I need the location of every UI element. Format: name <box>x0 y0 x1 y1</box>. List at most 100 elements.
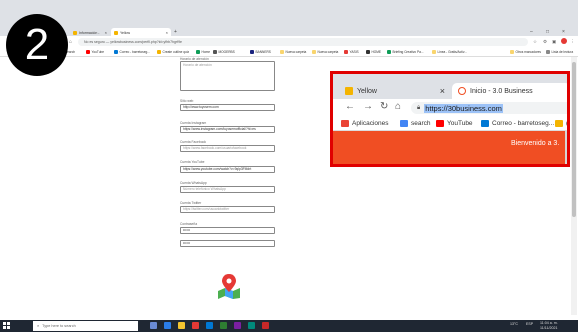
excel-icon[interactable] <box>220 322 227 329</box>
bookmark-label: Create outline quiz <box>162 50 190 54</box>
tab-favicon-icon <box>114 30 118 35</box>
google-icon <box>400 120 408 127</box>
home-icon[interactable]: ⌂ <box>69 39 72 45</box>
address-bar[interactable]: No es seguro — yellowbusiness.com/perfil… <box>78 38 528 46</box>
windows-start-icon[interactable] <box>3 322 10 329</box>
zoomed-browser-callout: Yellow × Inicio - 3.0 Business ← → ↻ ⌂ 🔒… <box>330 71 570 167</box>
bookmark-favicon-icon <box>86 50 90 54</box>
bookmark-item[interactable]: Otros marcadores <box>510 50 541 54</box>
tab-favicon-icon <box>345 87 353 95</box>
bookmark-item[interactable]: MOGERBS <box>213 50 235 54</box>
app-icon[interactable] <box>234 322 241 329</box>
home-icon[interactable]: ⌂ <box>395 101 401 112</box>
app-icon[interactable] <box>262 322 269 329</box>
bookmark-label: Nueva carpeta <box>285 50 307 54</box>
bookmark-item[interactable]: Linea - Gratis/Activ... <box>432 50 467 54</box>
page-scrollbar-thumb[interactable] <box>572 62 576 217</box>
profile-avatar[interactable] <box>561 38 567 44</box>
bookmark-item[interactable]: (G <box>555 120 567 127</box>
website-input[interactable]: http://www.tuyosem.com <box>180 104 275 111</box>
password-input[interactable]: •••••• <box>180 227 275 234</box>
bookmark-label: search <box>411 120 431 127</box>
forward-arrow-icon[interactable]: → <box>363 101 373 112</box>
bookmark-item[interactable]: YASIS <box>344 50 359 54</box>
minimize-icon[interactable]: – <box>530 29 533 35</box>
zoom-tab-business[interactable]: Inicio - 3.0 Business <box>452 83 567 99</box>
new-tab-icon[interactable]: + <box>174 29 177 35</box>
bookmark-item[interactable]: Nueva carpeta <box>312 50 338 54</box>
bookmark-favicon-icon <box>213 50 217 54</box>
loading-spinner-icon <box>458 87 466 95</box>
bookmark-label: YouTube <box>91 50 105 54</box>
back-arrow-icon[interactable]: ← <box>345 101 355 112</box>
bookmark-item[interactable]: YouTube <box>86 50 104 54</box>
bookmark-label: BANNERS <box>255 50 271 54</box>
close-tab-icon[interactable]: × <box>105 30 107 35</box>
instagram-input[interactable]: https://www.instagram.com/tuyosemofficia… <box>180 126 275 133</box>
youtube-label: Cuenta YouTube <box>180 160 205 164</box>
bookmark-item[interactable]: Create outline quiz <box>157 50 189 54</box>
zoom-bookmarks-bar: Aplicaciones search YouTube Correo - bar… <box>333 117 567 131</box>
puzzle-icon[interactable]: ▣ <box>552 39 556 45</box>
file-explorer-icon[interactable] <box>178 322 185 329</box>
facebook-input[interactable]: https://www.facebook.com/usuariofacebook <box>180 145 275 152</box>
bookmark-label: MOGERBS <box>218 50 235 54</box>
browser-tab-info[interactable]: Información - × <box>70 28 110 37</box>
twitter-input[interactable]: https://twitter.com/usuariotwitter <box>180 206 275 213</box>
bookmark-item[interactable]: Correo - barretoseg... <box>481 120 554 127</box>
close-window-icon[interactable]: × <box>562 29 565 35</box>
clock[interactable]: 11:04 a. m. 11/11/2021 <box>540 321 558 330</box>
youtube-icon <box>436 120 444 127</box>
bookmark-item[interactable]: BANNERS <box>250 50 271 54</box>
browser-tab-yellow[interactable]: Yellow × <box>111 28 171 37</box>
bookmark-item[interactable]: Home <box>196 50 210 54</box>
maximize-icon[interactable]: □ <box>546 29 549 35</box>
youtube-input[interactable]: https://www.youtube.com/watch?v=9qlp3FMd… <box>180 166 275 173</box>
hours-textarea[interactable]: Horario de atención <box>180 61 275 91</box>
bookmark-item[interactable]: search <box>400 120 431 127</box>
chrome-icon[interactable] <box>192 322 199 329</box>
weather-temp[interactable]: 13°C <box>510 322 518 326</box>
app-icon[interactable] <box>248 322 255 329</box>
extensions-icon[interactable]: ⚙ <box>543 39 547 45</box>
close-tab-icon[interactable]: × <box>166 30 168 35</box>
tab-favicon-icon <box>73 30 77 35</box>
mail-icon[interactable] <box>206 322 213 329</box>
edge-icon[interactable] <box>164 322 171 329</box>
bookmark-favicon-icon <box>344 50 348 54</box>
whatsapp-input[interactable]: Número telefónico WhatsApp <box>180 186 275 193</box>
close-tab-icon[interactable]: × <box>440 86 445 96</box>
bookmark-item[interactable]: HOME <box>366 50 381 54</box>
bookmark-item[interactable]: Lista de lectura <box>546 50 573 54</box>
instagram-label: Cuenta Instagram <box>180 121 207 125</box>
bookmark-label: Correo - barretoseg... <box>492 120 555 127</box>
password-confirm-input[interactable]: •••••• <box>180 240 275 247</box>
bookmark-item[interactable]: Correo - barretoseg... <box>114 50 150 54</box>
bookmark-item[interactable]: Nueva carpeta <box>280 50 306 54</box>
map-location-icon[interactable] <box>217 273 241 299</box>
bookmark-label: Linea - Gratis/Activ... <box>437 50 467 54</box>
bookmark-item[interactable]: Aplicaciones <box>341 120 389 127</box>
taskbar-search-box[interactable]: ⌕ Type here to search <box>33 321 138 331</box>
reload-icon[interactable]: ↻ <box>380 101 388 112</box>
tab-label: Información - <box>79 30 100 35</box>
zoom-address-bar[interactable]: 🔒︎ https://30business.com <box>411 102 567 114</box>
bookmark-label: Correo - barretoseg... <box>119 50 150 54</box>
bookmark-favicon-icon <box>157 50 161 54</box>
bookmark-star-icon[interactable]: ☆ <box>533 39 537 45</box>
instagram-value: https://www.instagram.com/tuyosemofficia… <box>183 127 256 132</box>
folder-icon <box>432 50 436 54</box>
bookmark-item[interactable]: YouTube <box>436 120 473 127</box>
lock-icon: 🔒︎ <box>417 104 421 111</box>
keyboard-language[interactable]: ESP <box>526 322 533 326</box>
zoom-scrollbar[interactable] <box>565 131 567 164</box>
hours-placeholder: Horario de atención <box>183 63 212 67</box>
whatsapp-label: Cuenta WhatsApp <box>180 181 207 185</box>
whatsapp-placeholder: Número telefónico WhatsApp <box>183 187 226 192</box>
folder-icon <box>280 50 284 54</box>
menu-kebab-icon[interactable]: ⋮ <box>570 39 575 45</box>
zoom-tab-yellow[interactable]: Yellow × <box>339 83 451 99</box>
password-confirm-dots: •••••• <box>183 241 190 246</box>
task-view-icon[interactable] <box>150 322 157 329</box>
bookmark-item[interactable]: Briefing Creativo Pa... <box>387 50 424 54</box>
